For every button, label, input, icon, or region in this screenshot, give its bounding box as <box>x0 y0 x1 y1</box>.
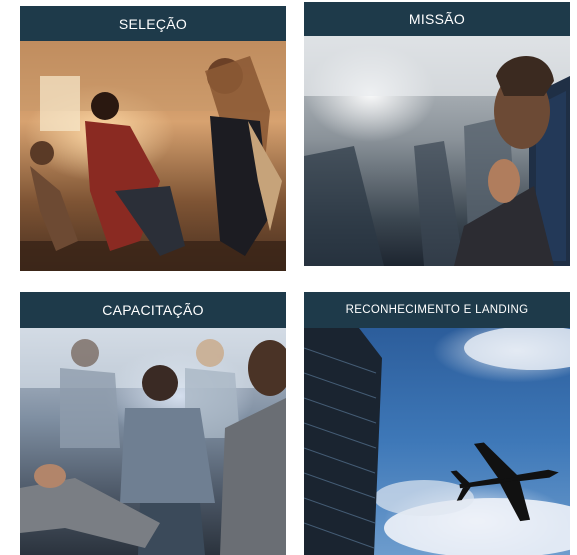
card-reconhecimento-e-landing[interactable]: RECONHECIMENTO E LANDING <box>304 292 570 555</box>
card-missao[interactable]: MISSÃO <box>304 2 570 266</box>
card-title: RECONHECIMENTO E LANDING <box>304 292 570 328</box>
training-session-photo <box>20 328 286 555</box>
airplane-cabin-photo <box>304 36 570 266</box>
card-title: SELEÇÃO <box>20 6 286 41</box>
card-capacitacao[interactable]: CAPACITAÇÃO <box>20 292 286 555</box>
group-start-line-photo <box>20 41 286 271</box>
card-title: MISSÃO <box>304 2 570 36</box>
airplane-sky-photo <box>304 328 570 555</box>
card-title: CAPACITAÇÃO <box>20 292 286 328</box>
card-selecao[interactable]: SELEÇÃO <box>20 6 286 271</box>
